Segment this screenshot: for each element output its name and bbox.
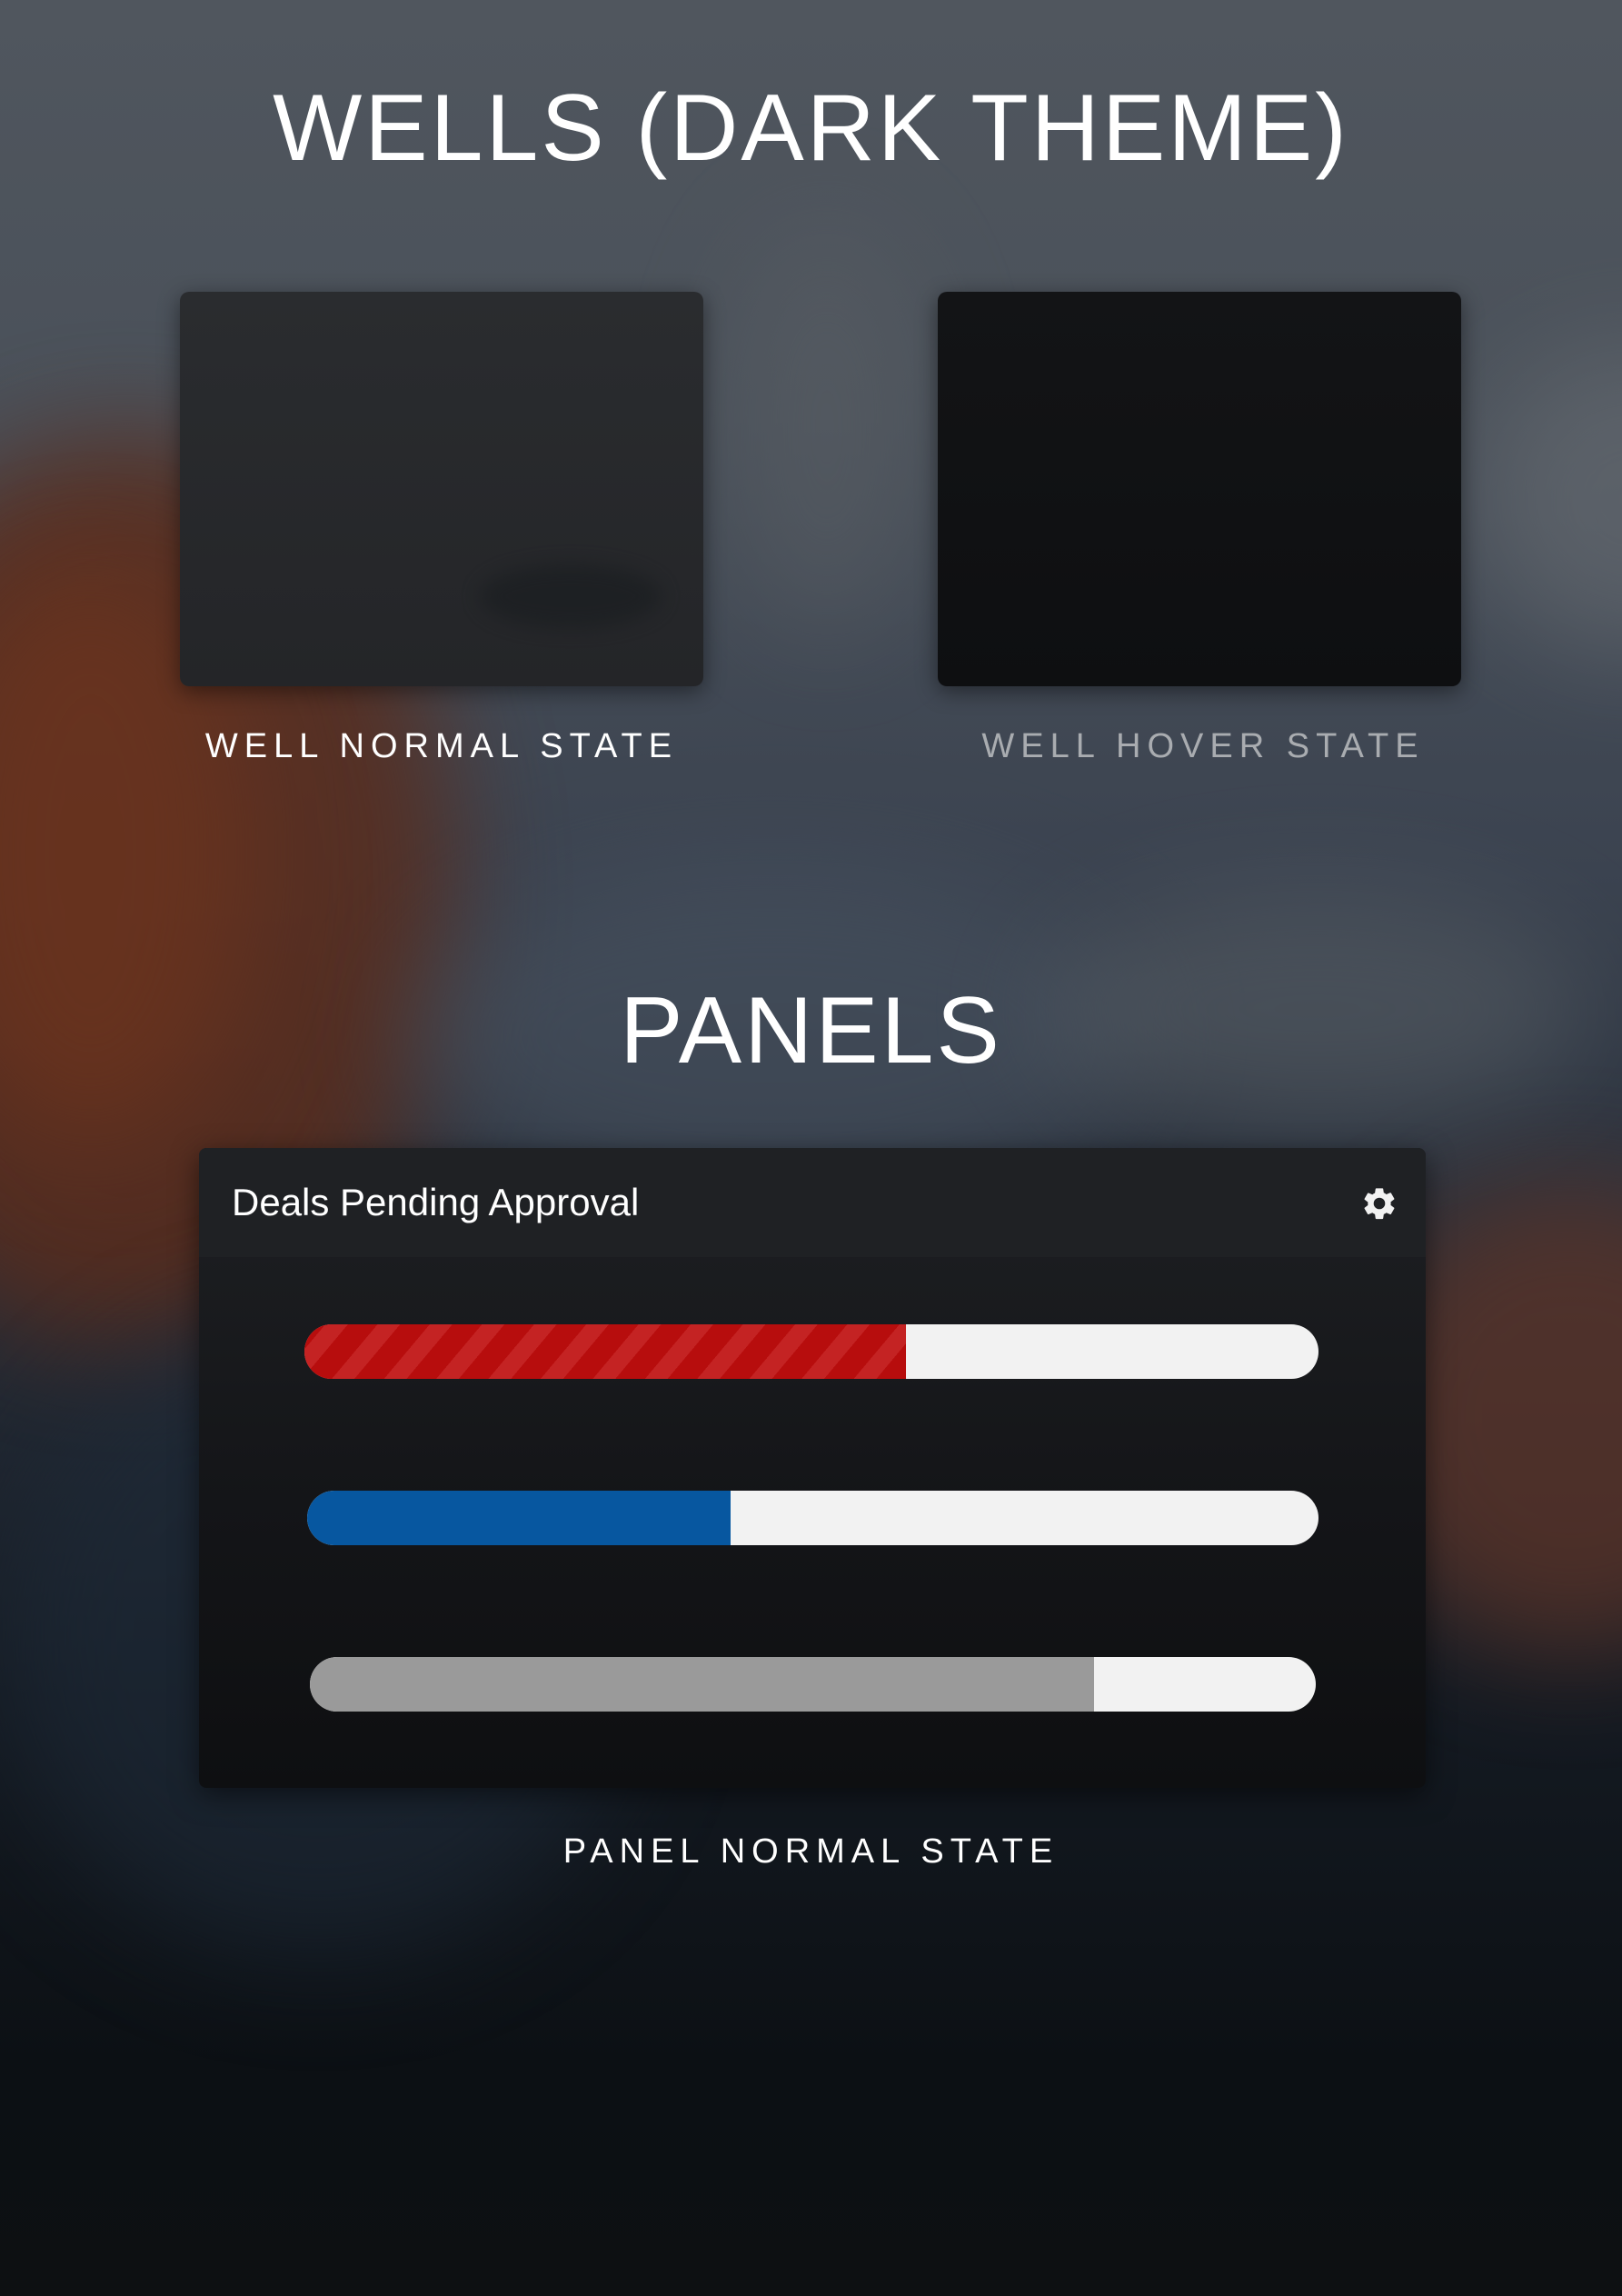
panels-section-title: PANELS <box>620 978 1002 1083</box>
page-content: WELLS (DARK THEME) WELL NORMAL STATE WEL… <box>0 0 1622 2296</box>
gear-icon[interactable] <box>1360 1184 1398 1223</box>
well-hover[interactable] <box>938 292 1461 686</box>
panel-header: Deals Pending Approval <box>199 1148 1426 1257</box>
panel-normal-caption: PANEL NORMAL STATE <box>562 1832 1060 1871</box>
wells-section-title: WELLS (DARK THEME) <box>273 75 1349 181</box>
well-shadow <box>480 564 662 628</box>
deals-panel: Deals Pending Approval <box>199 1148 1426 1788</box>
progress-bar-gray <box>310 1657 1316 1712</box>
progress-fill-blue <box>307 1491 731 1545</box>
progress-fill-red <box>304 1324 906 1379</box>
progress-bar-blue <box>307 1491 1318 1545</box>
progress-fill-gray <box>310 1657 1095 1712</box>
well-normal-caption: WELL NORMAL STATE <box>204 727 679 765</box>
well-hover-caption: WELL HOVER STATE <box>981 727 1425 765</box>
well-normal[interactable] <box>180 292 703 686</box>
panel-title: Deals Pending Approval <box>232 1181 640 1223</box>
progress-bar-red <box>304 1324 1318 1379</box>
